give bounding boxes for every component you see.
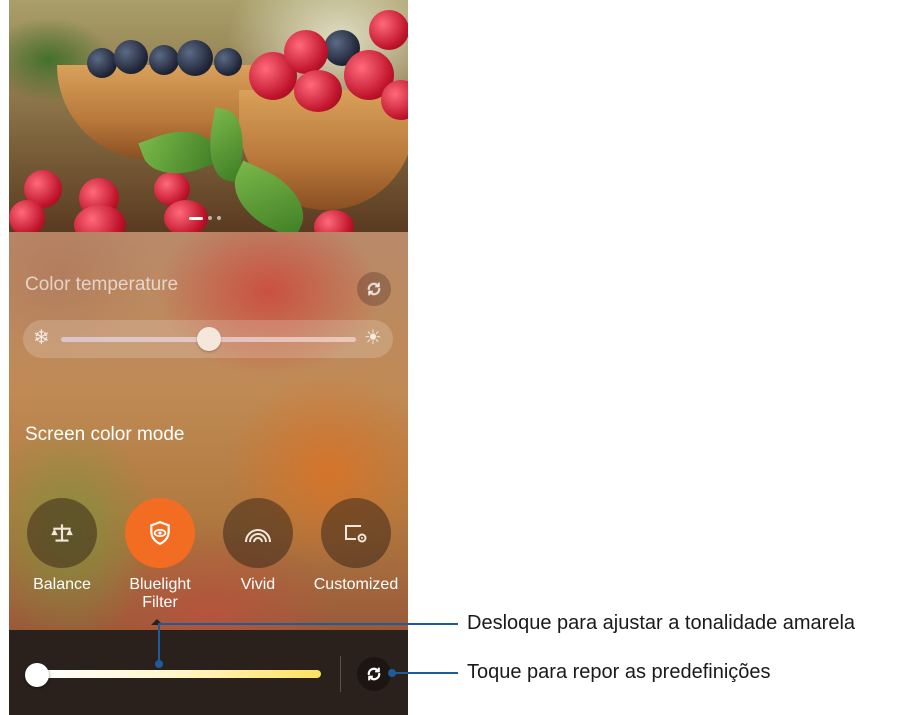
eye-shield-icon (150, 521, 170, 546)
mode-bluelight-filter[interactable]: Bluelight Filter (115, 498, 205, 612)
color-temperature-label: Color temperature (25, 274, 179, 295)
page-indicator (189, 215, 221, 221)
page-dot-active (189, 216, 203, 220)
mode-vivid[interactable]: Vivid (213, 498, 303, 594)
page-dot (208, 216, 212, 220)
divider (340, 656, 341, 692)
refresh-icon (367, 667, 381, 681)
mode-balance[interactable]: Balance (17, 498, 107, 594)
bluelight-reset-button[interactable] (357, 657, 391, 691)
mode-vivid-label: Vivid (240, 576, 276, 593)
bluelight-control-bar (9, 630, 408, 715)
screen-color-mode-label: Screen color mode (25, 424, 185, 445)
mode-customized-label: Customized (313, 576, 399, 593)
sun-icon: ☀ (364, 327, 382, 349)
reset-callout-line (392, 672, 458, 674)
yellow-tone-slider-thumb[interactable] (25, 663, 49, 687)
screen-settings-icon (345, 525, 367, 543)
mode-balance-label: Balance (33, 576, 91, 593)
mode-balance-button[interactable] (27, 498, 97, 568)
phone-screen: Color temperature ❄ ☀ Screen color mode … (9, 0, 408, 715)
slider-callout-line (158, 624, 160, 664)
mode-bluelight-filter-label: Bluelight Filter (129, 576, 191, 611)
rainbow-icon (245, 529, 271, 543)
yellow-tone-slider-track[interactable] (37, 670, 321, 678)
slider-callout-text: Desloque para ajustar a tonalidade amare… (467, 612, 856, 634)
scale-icon (51, 524, 73, 542)
mode-bluelight-filter-button[interactable] (125, 498, 195, 568)
mode-customized[interactable]: Customized (311, 498, 401, 594)
refresh-icon (367, 282, 381, 296)
slider-callout-line (158, 623, 458, 625)
reset-callout-text: Toque para repor as predefinições (467, 661, 771, 683)
page-dot (217, 216, 221, 220)
color-temperature-thumb[interactable] (197, 327, 221, 351)
display-settings-panel: Color temperature ❄ ☀ Screen color mode … (9, 232, 408, 630)
color-temperature-reset-button[interactable] (357, 272, 391, 306)
mode-vivid-button[interactable] (223, 498, 293, 568)
wallpaper-preview[interactable] (9, 0, 408, 232)
snowflake-icon: ❄ (33, 327, 50, 349)
mode-customized-button[interactable] (321, 498, 391, 568)
